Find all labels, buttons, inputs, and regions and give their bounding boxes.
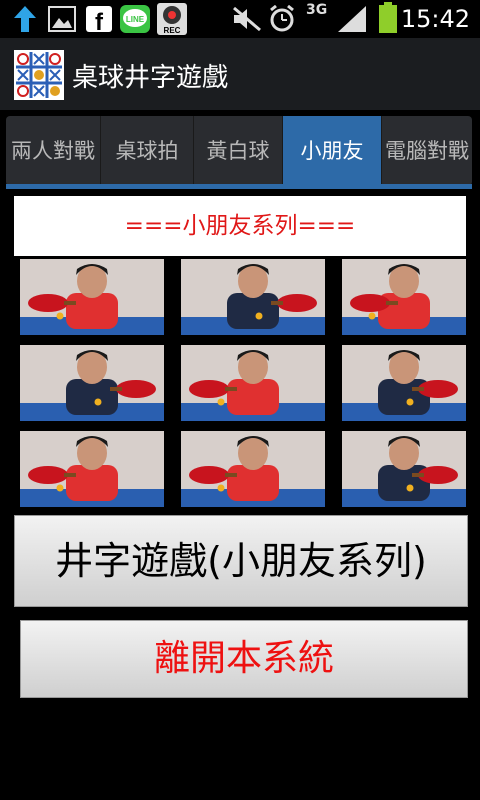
start-game-button[interactable]: 井字遊戲(小朋友系列) <box>14 515 468 607</box>
tab-bar: 兩人對戰 桌球拍 黃白球 小朋友 電腦對戰 <box>6 116 472 186</box>
action-bar: 桌球井字遊戲 <box>0 38 480 110</box>
signal-icon <box>336 4 368 38</box>
kid-photo-3[interactable] <box>342 259 466 335</box>
app-logo-icon <box>14 50 64 100</box>
kid-photo-5[interactable] <box>181 345 325 421</box>
network-type: 3G <box>306 2 328 18</box>
exit-button[interactable]: 離開本系統 <box>20 620 468 698</box>
kid-photo-6[interactable] <box>342 345 466 421</box>
tab-paddle[interactable]: 桌球拍 <box>101 116 194 186</box>
tab-balls[interactable]: 黃白球 <box>194 116 283 186</box>
tab-vs-computer[interactable]: 電腦對戰 <box>382 116 472 186</box>
gallery-icon <box>48 6 76 36</box>
battery-icon <box>378 2 398 38</box>
tab-indicator <box>6 184 472 189</box>
status-bar: f LINE REC 3G 15:42 <box>0 0 480 38</box>
app-title: 桌球井字遊戲 <box>72 63 229 93</box>
kid-photo-2[interactable] <box>181 259 325 335</box>
clock: 15:42 <box>400 5 470 33</box>
svg-text:LINE: LINE <box>126 15 145 24</box>
tab-two-player[interactable]: 兩人對戰 <box>6 116 101 186</box>
section-title: ===小朋友系列=== <box>14 196 466 256</box>
record-icon: REC <box>156 2 188 40</box>
svg-text:f: f <box>95 9 104 32</box>
svg-text:REC: REC <box>164 26 181 35</box>
kid-photo-8[interactable] <box>181 431 325 507</box>
kid-photo-7[interactable] <box>20 431 164 507</box>
alarm-icon <box>268 4 296 37</box>
kid-photo-9[interactable] <box>342 431 466 507</box>
kid-photo-1[interactable] <box>20 259 164 335</box>
line-app-icon: LINE <box>120 5 150 37</box>
facebook-icon: f <box>86 6 112 36</box>
kid-photo-4[interactable] <box>20 345 164 421</box>
tab-kids[interactable]: 小朋友 <box>283 116 382 186</box>
mute-icon <box>232 6 262 36</box>
upload-arrow-icon <box>12 4 38 38</box>
